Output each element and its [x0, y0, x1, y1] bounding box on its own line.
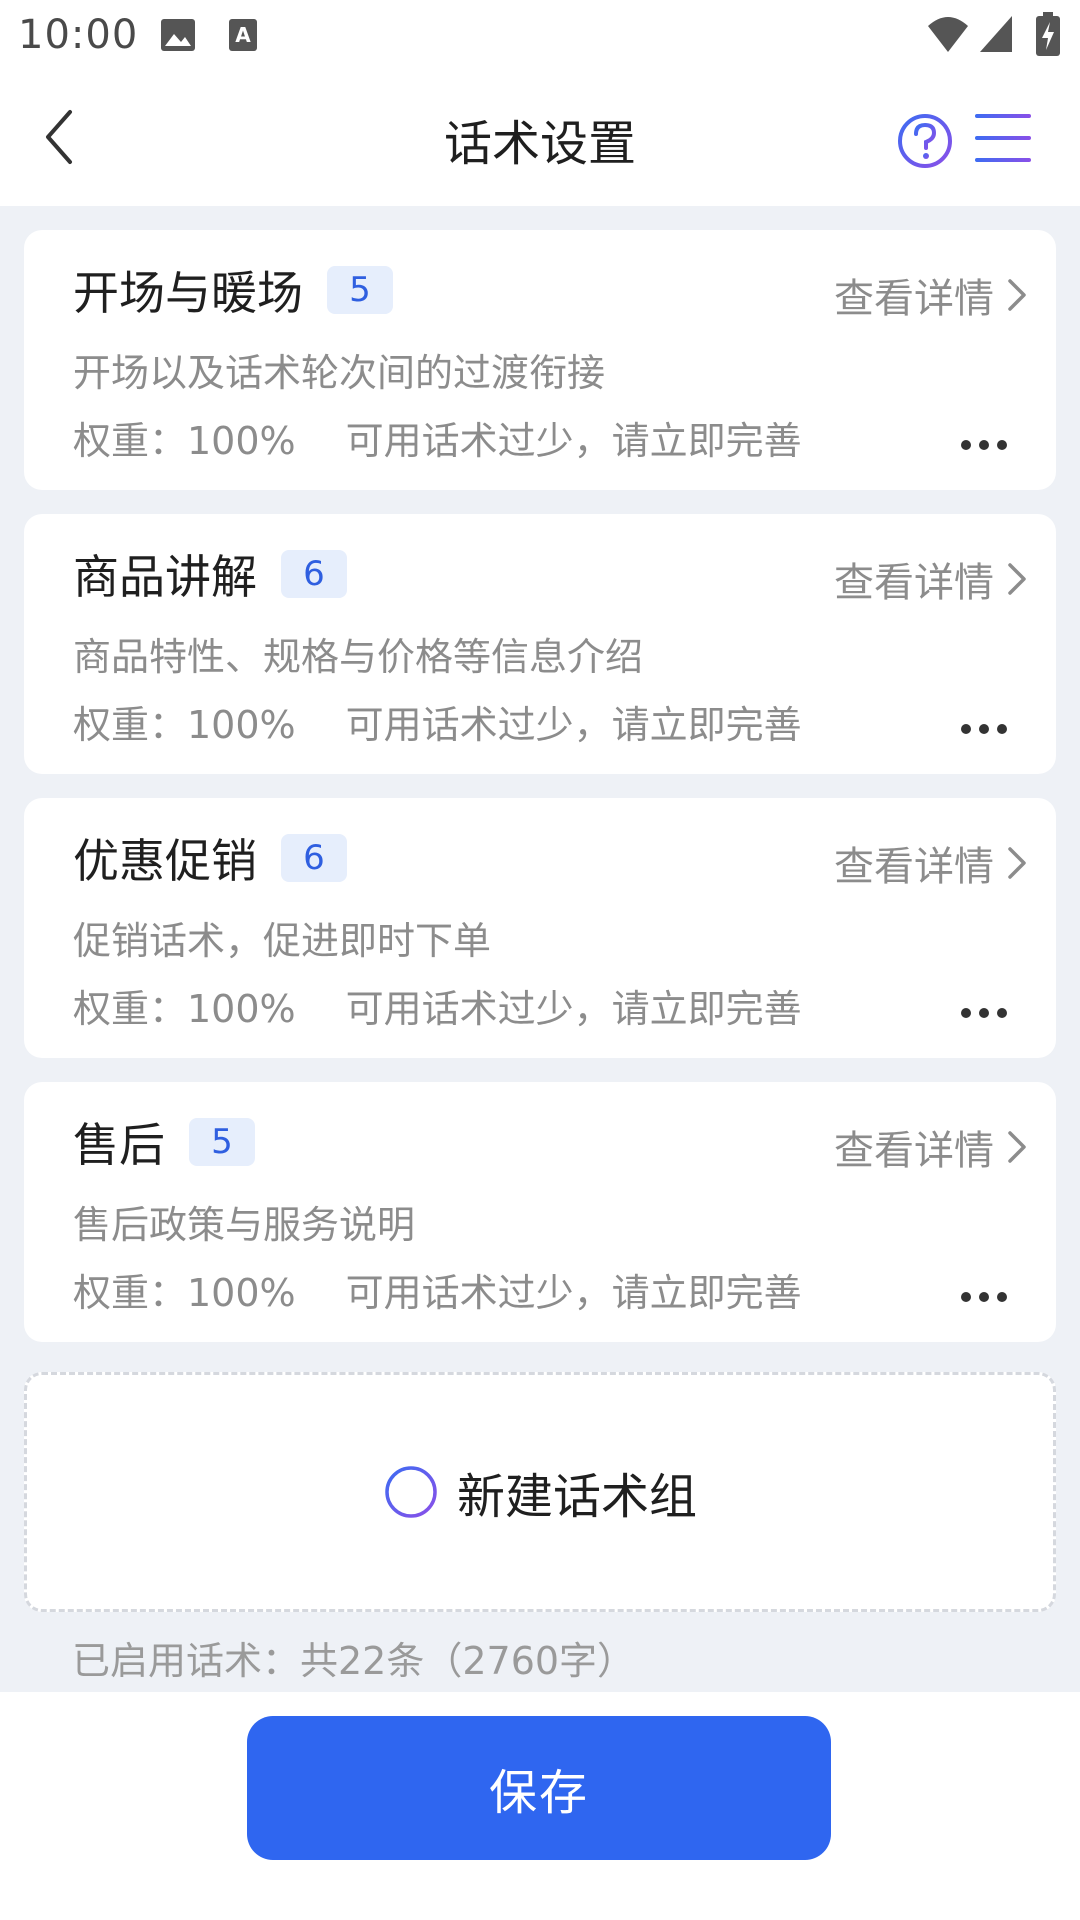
font-icon: A	[229, 19, 257, 51]
card-header: 售后 5	[73, 1112, 255, 1172]
image-icon	[161, 19, 195, 51]
count-badge: 5	[189, 1118, 255, 1166]
view-details-label: 查看详情	[834, 560, 994, 606]
view-details-link[interactable]: 查看详情	[834, 550, 1028, 608]
warning-text: 可用话术过少，请立即完善	[345, 987, 802, 1031]
card-meta: 权重：100% 可用话术过少，请立即完善	[73, 694, 802, 749]
new-script-group-button[interactable]: 新建话术组	[24, 1372, 1056, 1612]
chevron-right-icon	[1008, 279, 1026, 311]
card-title: 售后	[73, 1118, 165, 1172]
weight-text: 权重：100%	[73, 703, 296, 747]
view-details-link[interactable]: 查看详情	[834, 1118, 1028, 1176]
warning-text: 可用话术过少，请立即完善	[345, 419, 802, 463]
count-badge: 6	[281, 550, 347, 598]
card-title: 优惠促销	[73, 834, 257, 888]
footer: 保存	[0, 1692, 1080, 1920]
card-meta: 权重：100% 可用话术过少，请立即完善	[73, 978, 802, 1033]
save-button[interactable]: 保存	[247, 1716, 831, 1860]
warning-text: 可用话术过少，请立即完善	[345, 703, 802, 747]
more-icon[interactable]	[960, 1006, 1008, 1020]
svg-text:A: A	[235, 23, 251, 47]
view-details-label: 查看详情	[834, 276, 994, 322]
chevron-right-icon	[1008, 847, 1026, 879]
menu-icon[interactable]	[973, 110, 1033, 166]
script-group-card[interactable]: 开场与暖场 5 查看详情 开场以及话术轮次间的过渡衔接 权重：100% 可用话术过…	[24, 230, 1056, 490]
script-group-card[interactable]: 商品讲解 6 查看详情 商品特性、规格与价格等信息介绍 权重：100% 可用话术过…	[24, 514, 1056, 774]
plus-circle-icon	[385, 1466, 437, 1518]
script-group-list: 开场与暖场 5 查看详情 开场以及话术轮次间的过渡衔接 权重：100% 可用话术过…	[0, 206, 1080, 1692]
more-icon[interactable]	[960, 722, 1008, 736]
card-title: 开场与暖场	[73, 266, 303, 320]
nav-bar: 话术设置	[0, 72, 1080, 206]
count-badge: 6	[281, 834, 347, 882]
card-description: 商品特性、规格与价格等信息介绍	[73, 635, 644, 679]
card-header: 优惠促销 6	[73, 828, 347, 888]
status-bar: 10:00 A	[0, 0, 1080, 72]
card-description: 售后政策与服务说明	[73, 1203, 416, 1247]
more-icon[interactable]	[960, 438, 1008, 452]
view-details-link[interactable]: 查看详情	[834, 266, 1028, 324]
view-details-link[interactable]: 查看详情	[834, 834, 1028, 892]
status-time: 10:00	[18, 12, 139, 58]
enabled-summary: 已启用话术：共22条（2760字）	[72, 1639, 636, 1683]
new-script-group-label: 新建话术组	[456, 1469, 697, 1525]
script-group-card[interactable]: 优惠促销 6 查看详情 促销话术，促进即时下单 权重：100% 可用话术过少，请立…	[24, 798, 1056, 1058]
weight-text: 权重：100%	[73, 987, 296, 1031]
card-meta: 权重：100% 可用话术过少，请立即完善	[73, 1262, 802, 1317]
chevron-right-icon	[1008, 563, 1026, 595]
weight-text: 权重：100%	[73, 1271, 296, 1315]
weight-text: 权重：100%	[73, 419, 296, 463]
battery-charging-icon	[1036, 12, 1060, 56]
chevron-right-icon	[1008, 1131, 1026, 1163]
view-details-label: 查看详情	[834, 1128, 994, 1174]
card-description: 开场以及话术轮次间的过渡衔接	[73, 351, 606, 395]
help-circle-icon[interactable]	[896, 112, 954, 170]
script-group-card[interactable]: 售后 5 查看详情 售后政策与服务说明 权重：100% 可用话术过少，请立即完善	[24, 1082, 1056, 1342]
card-description: 促销话术，促进即时下单	[73, 919, 492, 963]
card-title: 商品讲解	[73, 550, 257, 604]
card-header: 开场与暖场 5	[73, 260, 393, 320]
card-meta: 权重：100% 可用话术过少，请立即完善	[73, 410, 802, 465]
warning-text: 可用话术过少，请立即完善	[345, 1271, 802, 1315]
wifi-icon	[928, 17, 968, 52]
view-details-label: 查看详情	[834, 844, 994, 890]
card-header: 商品讲解 6	[73, 544, 347, 604]
more-icon[interactable]	[960, 1290, 1008, 1304]
count-badge: 5	[327, 266, 393, 314]
signal-icon	[980, 16, 1012, 52]
